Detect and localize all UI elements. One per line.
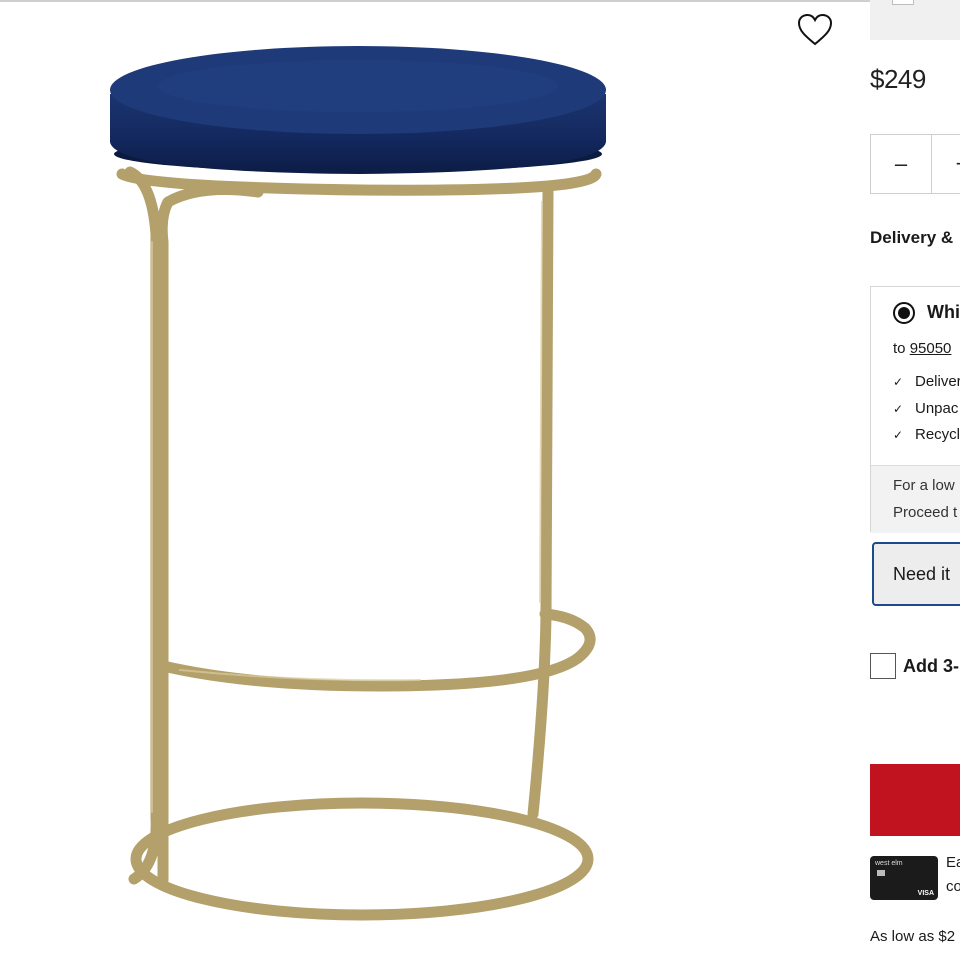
need-it-sooner-button[interactable]: Need it (872, 542, 960, 606)
delivery-note-line: For a low (893, 477, 955, 494)
check-icon: ✓ (893, 375, 904, 389)
option-swatch-strip (870, 0, 960, 40)
delivery-option-card[interactable]: Whi to 95050 ✓ Deliver ✓ Unpac ✓ Recycl For… (870, 286, 960, 533)
product-price: $249 (870, 64, 926, 94)
product-details-panel: $249 – + Delivery & Whi to 95050 ✓ Delive… (870, 0, 960, 956)
wishlist-button[interactable] (796, 13, 834, 47)
delivery-feature-item: ✓ Unpac (893, 400, 958, 417)
card-brand-text: west elm (875, 860, 903, 867)
delivery-feature-item: ✓ Recycl (893, 426, 960, 443)
addon-label: Add 3- (903, 656, 959, 676)
need-it-label: Need it (893, 564, 951, 584)
card-offer-text: Ea (946, 854, 960, 871)
zip-code-link[interactable]: 95050 (910, 340, 952, 357)
feature-label: Unpac (915, 400, 959, 417)
credit-card-image: west elm VISA (870, 856, 938, 900)
feature-label: Deliver (915, 373, 960, 390)
swatch-checkbox[interactable] (892, 0, 914, 5)
quantity-increase-button[interactable]: + (932, 135, 960, 193)
quantity-decrease-button[interactable]: – (871, 135, 931, 193)
card-offer-text: co (946, 878, 960, 895)
delivery-option-label: Whi (927, 302, 960, 322)
check-icon: ✓ (893, 402, 904, 416)
delivery-heading: Delivery & (870, 228, 954, 247)
card-chip-icon (877, 870, 885, 876)
check-icon: ✓ (893, 428, 904, 442)
addon-checkbox[interactable] (870, 653, 896, 679)
radio-selected-dot (898, 307, 910, 319)
delivery-radio[interactable] (893, 302, 915, 324)
delivery-note: For a low Proceed t (871, 465, 960, 533)
product-image[interactable] (0, 2, 860, 956)
zip-prefix: to (893, 340, 906, 357)
delivery-zip-line: to 95050 (893, 340, 951, 357)
financing-text: As low as $2 (870, 928, 956, 945)
quantity-stepper: – + (870, 134, 960, 194)
add-to-cart-button[interactable] (870, 764, 960, 836)
feature-label: Recycl (915, 426, 960, 443)
bar-stool-illustration (110, 46, 606, 921)
visa-logo: VISA (917, 890, 934, 897)
delivery-feature-item: ✓ Deliver (893, 373, 960, 390)
heart-icon (797, 13, 833, 46)
delivery-note-line: Proceed t (893, 504, 958, 521)
